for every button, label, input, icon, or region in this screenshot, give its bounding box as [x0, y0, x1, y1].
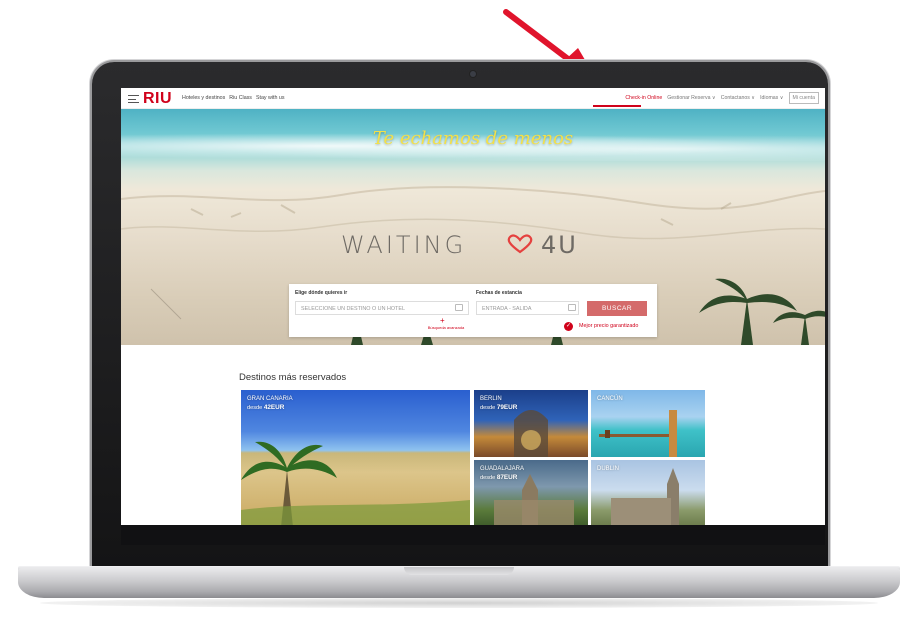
destinations-title: Destinos más reservados — [239, 372, 347, 383]
destination-name: BERLIN — [480, 396, 502, 402]
sand-writing: WAITING — [341, 231, 467, 259]
price-prefix: desde — [480, 475, 496, 481]
dates-input[interactable]: ENTRADA - SALIDA — [476, 301, 579, 315]
destination-name: GUADALAJARA — [480, 466, 525, 472]
nav-link-contactanos[interactable]: Contactanos ∨ — [721, 95, 755, 101]
hero-banner: Te echamos de menos WAITING 4U Elige dón… — [121, 109, 825, 345]
nav-link-riu-class[interactable]: Riu Class — [229, 95, 252, 101]
nav-link-hoteles[interactable]: Hoteles y destinos — [182, 95, 225, 101]
price-prefix: desde — [480, 405, 496, 411]
laptop-notch — [404, 567, 514, 575]
camera-icon — [470, 71, 476, 77]
destination-card-dublin[interactable]: DUBLIN — [591, 460, 705, 525]
riu-logo[interactable]: RIU — [143, 90, 172, 108]
advanced-search-link[interactable]: Búsqueda avanzada — [428, 325, 464, 330]
destination-price: desde 42EUR — [247, 404, 284, 411]
hero-title: Te echamos de menos — [372, 128, 574, 149]
destination-card-cancun[interactable]: CANCÚN — [591, 390, 705, 457]
search-button[interactable]: BUSCAR — [587, 301, 647, 316]
list-icon — [455, 304, 463, 311]
nav-link-gestionar-reserva[interactable]: Gestionar Reserva ∨ — [667, 95, 716, 101]
nav-link-stay-with-us[interactable]: Stay with us — [256, 95, 285, 101]
destination-input[interactable]: SELECCIONE UN DESTINO O UN HOTEL — [295, 301, 469, 315]
nav-link-idiomas[interactable]: Idiomas ∨ — [760, 95, 783, 101]
plus-icon[interactable]: + — [440, 317, 445, 325]
top-navigation: RIU Hoteles y destinos Riu Class Stay wi… — [121, 88, 825, 109]
browser-screen: RIU Hoteles y destinos Riu Class Stay wi… — [121, 88, 825, 525]
price-value: 79EUR — [496, 404, 518, 411]
destination-card-guadalajara[interactable]: GUADALAJARA desde 87EUR — [474, 460, 588, 525]
nav-right-links: Check-in Online Gestionar Reserva ∨ Cont… — [625, 92, 819, 104]
active-tab-underline — [593, 105, 641, 107]
destination-label: Elige dónde quieres ir — [295, 290, 348, 296]
hamburger-icon[interactable] — [128, 95, 139, 103]
destination-card-berlin[interactable]: BERLIN desde 79EUR — [474, 390, 588, 457]
calendar-icon — [568, 304, 576, 311]
price-value: 42EUR — [263, 404, 285, 411]
nav-left-links: Hoteles y destinos Riu Class Stay with u… — [182, 95, 285, 101]
laptop-mockup: RIU Hoteles y destinos Riu Class Stay wi… — [0, 0, 918, 620]
nav-link-check-in[interactable]: Check-in Online — [625, 95, 662, 101]
destination-card-gran-canaria[interactable]: GRAN CANARIA desde 42EUR — [241, 390, 470, 525]
heart-icon — [507, 234, 533, 254]
destination-name: DUBLIN — [597, 466, 620, 472]
price-value: 87EUR — [496, 474, 518, 481]
destination-price: desde 87EUR — [480, 474, 517, 481]
destination-price: desde 79EUR — [480, 404, 517, 411]
sand-writing-4u: 4U — [541, 231, 578, 259]
account-button[interactable]: Mi cuenta — [788, 92, 819, 104]
laptop-shadow — [40, 598, 878, 608]
dates-label: Fechas de estancia — [476, 290, 522, 296]
booking-search-box: Elige dónde quieres ir SELECCIONE UN DES… — [289, 284, 657, 337]
screen-bezel-bottom — [121, 525, 825, 545]
check-icon: ✓ — [564, 322, 573, 331]
price-prefix: desde — [247, 405, 263, 411]
destination-name: CANCÚN — [597, 396, 623, 402]
destination-name: GRAN CANARIA — [247, 396, 293, 402]
best-price-guarantee[interactable]: Mejor precio garantizado — [579, 323, 638, 329]
